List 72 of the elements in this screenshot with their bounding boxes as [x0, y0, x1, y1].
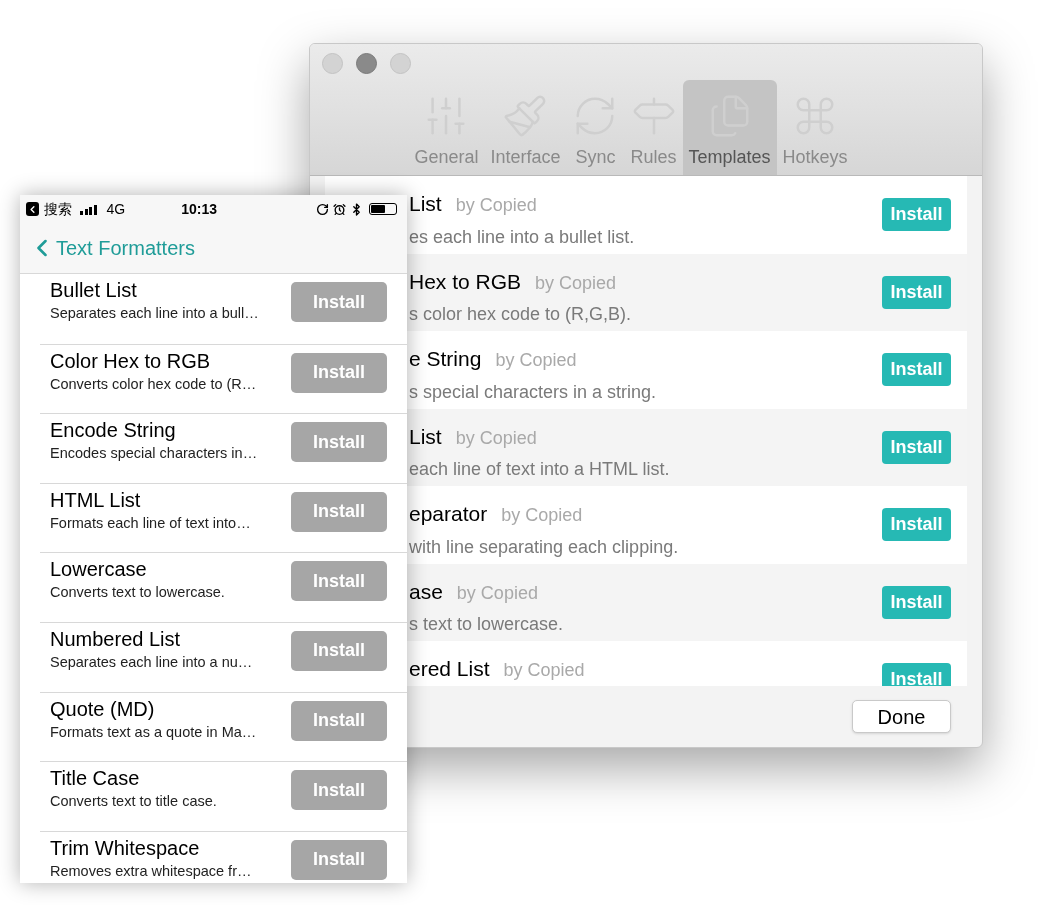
template-name: List [409, 191, 442, 217]
bluetooth-icon [350, 202, 363, 216]
formatter-name: Numbered List [50, 626, 182, 652]
template-author: by Copied [501, 504, 583, 527]
template-description: with line separating each clipping. [409, 535, 680, 559]
install-button[interactable]: Install [291, 700, 387, 741]
toolbar-tab[interactable]: Rules [624, 80, 683, 175]
formatter-name: Trim Whitespace [50, 835, 201, 861]
formatter-name: Quote (MD) [50, 696, 156, 722]
formatter-description: Removes extra whitespace fr… [50, 861, 253, 881]
install-button[interactable]: Install [291, 422, 387, 463]
install-button[interactable]: Install [882, 508, 951, 541]
install-button[interactable]: Install [882, 663, 951, 686]
battery-icon [369, 203, 397, 215]
formatter-description: Converts text to lowercase. [50, 583, 226, 603]
toolbar-tab[interactable]: Sync [566, 80, 625, 175]
toolbar-tab[interactable]: General [408, 80, 485, 175]
toolbar-tab[interactable]: Templates [682, 80, 777, 175]
install-button[interactable]: Install [882, 198, 951, 231]
status-time: 10:13 [181, 199, 217, 219]
template-description: s text to lowercase. [409, 613, 565, 636]
install-button[interactable]: Install [291, 491, 387, 532]
formatter-name: HTML List [50, 487, 142, 513]
template-author: by Copied [455, 426, 537, 450]
template-name: ered List [409, 656, 490, 682]
toolbar-tab[interactable]: Hotkeys [776, 80, 854, 175]
template-description: s color hex code to (R,G,B). [409, 303, 633, 326]
template-name: ase [409, 578, 443, 605]
install-button[interactable]: Install [882, 430, 951, 464]
template-name: eparator [409, 501, 488, 527]
back-button[interactable]: Text Formatters [28, 233, 195, 263]
install-button[interactable]: Install [291, 352, 387, 393]
formatter-name: Lowercase [50, 557, 148, 583]
done-button[interactable]: Done [852, 700, 951, 733]
template-name: Hex to RGB [409, 268, 522, 295]
template-description: es each line into a bullet list. [409, 225, 636, 249]
template-author: by Copied [495, 349, 577, 372]
minimize-window-control[interactable] [356, 53, 377, 74]
formatter-name: Title Case [50, 766, 141, 792]
formatter-description: Encodes special characters in… [50, 444, 259, 464]
template-description: each line of text into a HTML list. [409, 458, 671, 481]
template-author: by Copied [456, 581, 538, 605]
formatter-name: Encode String [50, 418, 177, 444]
template-author: by Copied [455, 194, 537, 217]
install-button[interactable]: Install [882, 353, 951, 386]
toolbar-tab[interactable]: Interface [484, 80, 567, 175]
formatter-description: Formats each line of text into… [50, 513, 252, 533]
formatter-description: Separates each line into a nu… [50, 652, 254, 672]
template-name: List [409, 423, 442, 450]
install-button[interactable]: Install [882, 585, 951, 619]
signal-icon [80, 203, 97, 215]
formatter-description: Converts text to title case. [50, 792, 218, 812]
install-button[interactable]: Install [291, 282, 387, 322]
template-author: by Copied [503, 659, 585, 682]
formatter-description: Separates each line into a bull… [50, 304, 260, 323]
back-app-icon[interactable] [26, 202, 39, 216]
formatter-name: Color Hex to RGB [50, 348, 212, 374]
install-button[interactable]: Install [291, 770, 387, 811]
back-app-label[interactable]: 搜索 [44, 198, 72, 220]
network-type: 4G [106, 199, 126, 219]
formatter-description: Formats text as a quote in Ma… [50, 722, 258, 742]
alarm-icon [333, 202, 346, 216]
install-button[interactable]: Install [882, 275, 951, 309]
formatter-description: Converts color hex code to (R… [50, 374, 258, 394]
install-button[interactable]: Install [291, 630, 387, 671]
install-button[interactable]: Install [291, 561, 387, 602]
template-author: by Copied [535, 271, 617, 295]
install-button[interactable]: Install [291, 839, 387, 880]
template-description: s special characters in a string. [409, 380, 658, 404]
template-name: e String [409, 346, 482, 372]
rotation-lock-icon [316, 202, 329, 216]
formatter-name: Bullet List [50, 278, 138, 303]
